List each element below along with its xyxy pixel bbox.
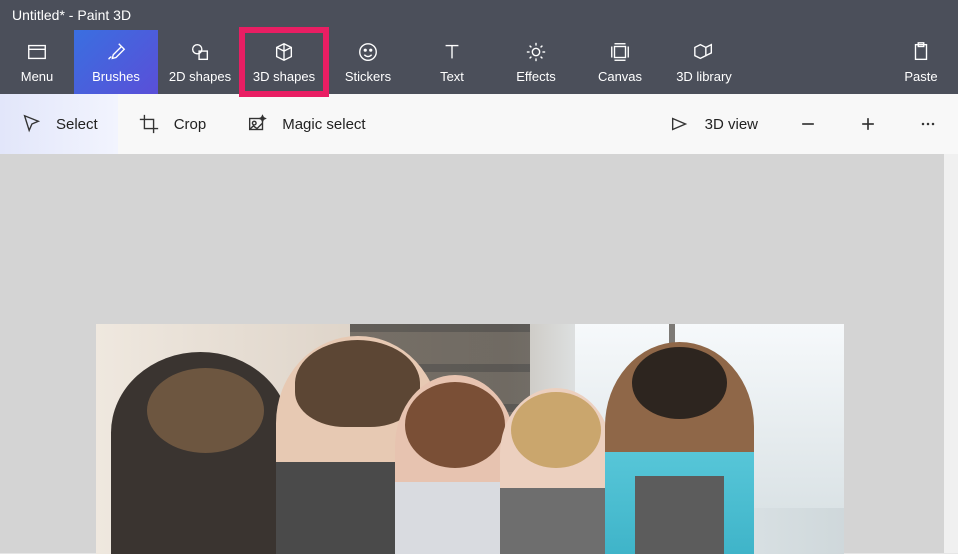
more-icon: [918, 114, 938, 134]
magic-select-icon: [246, 113, 268, 135]
ribbon-spacer: [746, 30, 884, 94]
select-tool[interactable]: Select: [0, 94, 118, 154]
text-label: Text: [440, 69, 464, 84]
minus-icon: [798, 114, 818, 134]
paste-button[interactable]: Paste: [884, 30, 958, 94]
3d-shapes-icon: [273, 41, 295, 63]
3d-shapes-label: 3D shapes: [253, 69, 315, 84]
3d-library-label: 3D library: [676, 69, 732, 84]
photo-person-1: [111, 352, 291, 554]
secondary-toolbar: Select Crop Magic select 3D view: [0, 94, 958, 154]
window-titlebar: Untitled* - Paint 3D: [0, 0, 958, 30]
2d-shapes-icon: [189, 41, 211, 63]
magic-select-label: Magic select: [282, 116, 365, 133]
paste-label: Paste: [904, 69, 937, 84]
zoom-out-button[interactable]: [778, 94, 838, 154]
menu-label: Menu: [21, 69, 54, 84]
brushes-tab[interactable]: Brushes: [74, 30, 158, 94]
canvas-tab[interactable]: Canvas: [578, 30, 662, 94]
magic-select-tool[interactable]: Magic select: [226, 94, 385, 154]
vertical-scrollbar[interactable]: [944, 154, 958, 553]
3d-view-label: 3D view: [705, 116, 758, 133]
brush-icon: [105, 41, 127, 63]
canvas-workspace[interactable]: [0, 154, 958, 553]
zoom-in-button[interactable]: [838, 94, 898, 154]
photo-apron: [635, 476, 725, 554]
toolbar-right-group: 3D view: [649, 94, 958, 154]
2d-shapes-label: 2D shapes: [169, 69, 231, 84]
effects-icon: [525, 41, 547, 63]
3d-shapes-tab[interactable]: 3D shapes: [242, 30, 326, 94]
3d-view-button[interactable]: 3D view: [649, 94, 778, 154]
3d-library-icon: [693, 41, 715, 63]
crop-label: Crop: [174, 116, 207, 133]
select-label: Select: [56, 116, 98, 133]
cursor-icon: [20, 113, 42, 135]
text-tab[interactable]: Text: [410, 30, 494, 94]
canvas-label: Canvas: [598, 69, 642, 84]
crop-icon: [138, 113, 160, 135]
stickers-label: Stickers: [345, 69, 391, 84]
plus-icon: [858, 114, 878, 134]
photo-person-4: [500, 388, 612, 554]
text-icon: [441, 41, 463, 63]
effects-label: Effects: [516, 69, 556, 84]
3d-view-icon: [669, 113, 691, 135]
more-button[interactable]: [898, 94, 958, 154]
brushes-label: Brushes: [92, 69, 140, 84]
canvas-image[interactable]: [96, 324, 844, 554]
menu-button[interactable]: Menu: [0, 30, 74, 94]
canvas-icon: [609, 41, 631, 63]
2d-shapes-tab[interactable]: 2D shapes: [158, 30, 242, 94]
menu-icon: [26, 41, 48, 63]
3d-library-tab[interactable]: 3D library: [662, 30, 746, 94]
window-title: Untitled* - Paint 3D: [12, 7, 131, 23]
stickers-tab[interactable]: Stickers: [326, 30, 410, 94]
effects-tab[interactable]: Effects: [494, 30, 578, 94]
main-ribbon: Menu Brushes 2D shapes 3D shapes Sticker…: [0, 30, 958, 94]
crop-tool[interactable]: Crop: [118, 94, 227, 154]
paste-icon: [910, 41, 932, 63]
stickers-icon: [357, 41, 379, 63]
photo-person-3: [395, 375, 515, 554]
